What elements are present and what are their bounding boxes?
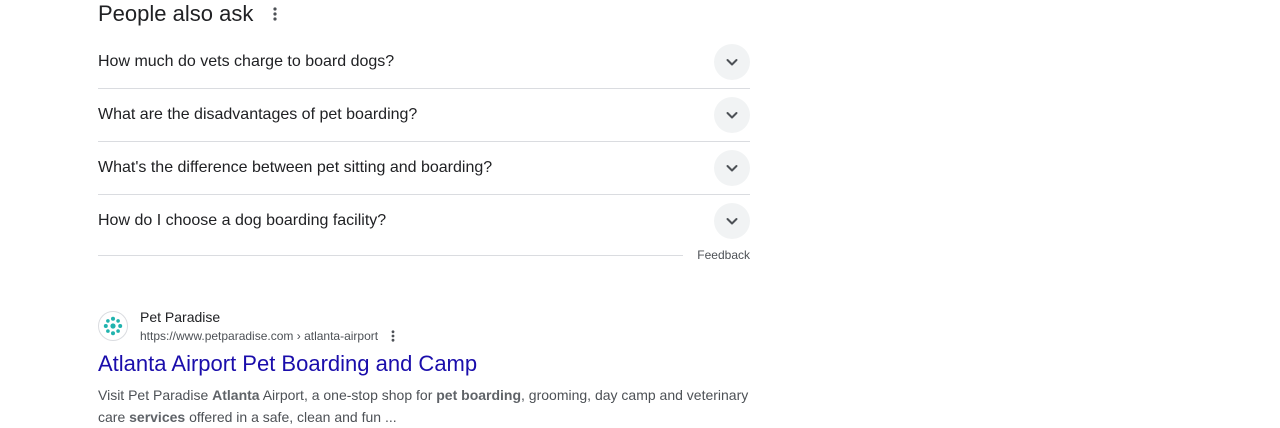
- chevron-down-icon: [726, 165, 738, 172]
- paa-question-text: How much do vets charge to board dogs?: [98, 53, 395, 70]
- expand-button[interactable]: [714, 203, 750, 239]
- search-result: Pet Paradise https://www.petparadise.com…: [98, 306, 758, 428]
- snippet-text: offered in a safe, clean and fun ...: [185, 409, 397, 425]
- paa-header: People also ask: [98, 0, 285, 28]
- result-options-icon[interactable]: [384, 327, 402, 345]
- expand-button[interactable]: [714, 150, 750, 186]
- snippet-text: Visit Pet Paradise: [98, 387, 213, 403]
- snippet-highlight: Atlanta: [212, 387, 260, 403]
- result-snippet: Visit Pet Paradise Atlanta Airport, a on…: [98, 384, 753, 428]
- result-title-link[interactable]: Atlanta Airport Pet Boarding and Camp: [98, 350, 758, 378]
- more-options-icon[interactable]: [265, 4, 285, 24]
- expand-button[interactable]: [714, 44, 750, 80]
- result-site-row[interactable]: Pet Paradise https://www.petparadise.com…: [98, 306, 758, 346]
- site-url-row: https://www.petparadise.com › atlanta-ai…: [140, 327, 402, 345]
- expand-button[interactable]: [714, 97, 750, 133]
- feedback-row: Feedback: [98, 246, 750, 264]
- site-url[interactable]: https://www.petparadise.com › atlanta-ai…: [140, 327, 378, 345]
- chevron-down-icon: [726, 218, 738, 225]
- snippet-highlight: services: [129, 409, 186, 425]
- site-favicon: [98, 311, 128, 341]
- paa-question-text: How do I choose a dog boarding facility?: [98, 212, 387, 229]
- chevron-down-icon: [726, 112, 738, 119]
- paa-question-item[interactable]: What's the difference between pet sittin…: [98, 142, 750, 195]
- pet-paradise-logo-icon: [103, 316, 123, 336]
- feedback-link[interactable]: Feedback: [697, 248, 750, 262]
- site-name[interactable]: Pet Paradise: [140, 307, 402, 327]
- snippet-text: Airport, a one-stop shop for: [259, 387, 437, 403]
- site-text: Pet Paradise https://www.petparadise.com…: [140, 307, 402, 345]
- snippet-highlight: pet boarding: [436, 387, 522, 403]
- paa-title: People also ask: [98, 1, 254, 26]
- paa-list: How much do vets charge to board dogs? W…: [98, 36, 750, 247]
- paa-question-text: What are the disadvantages of pet boardi…: [98, 106, 418, 123]
- paa-question-item[interactable]: How much do vets charge to board dogs?: [98, 36, 750, 89]
- paa-question-item[interactable]: How do I choose a dog boarding facility?: [98, 195, 750, 247]
- chevron-down-icon: [726, 59, 738, 66]
- paa-question-text: What's the difference between pet sittin…: [98, 159, 493, 176]
- paa-question-item[interactable]: What are the disadvantages of pet boardi…: [98, 89, 750, 142]
- divider: [98, 254, 684, 256]
